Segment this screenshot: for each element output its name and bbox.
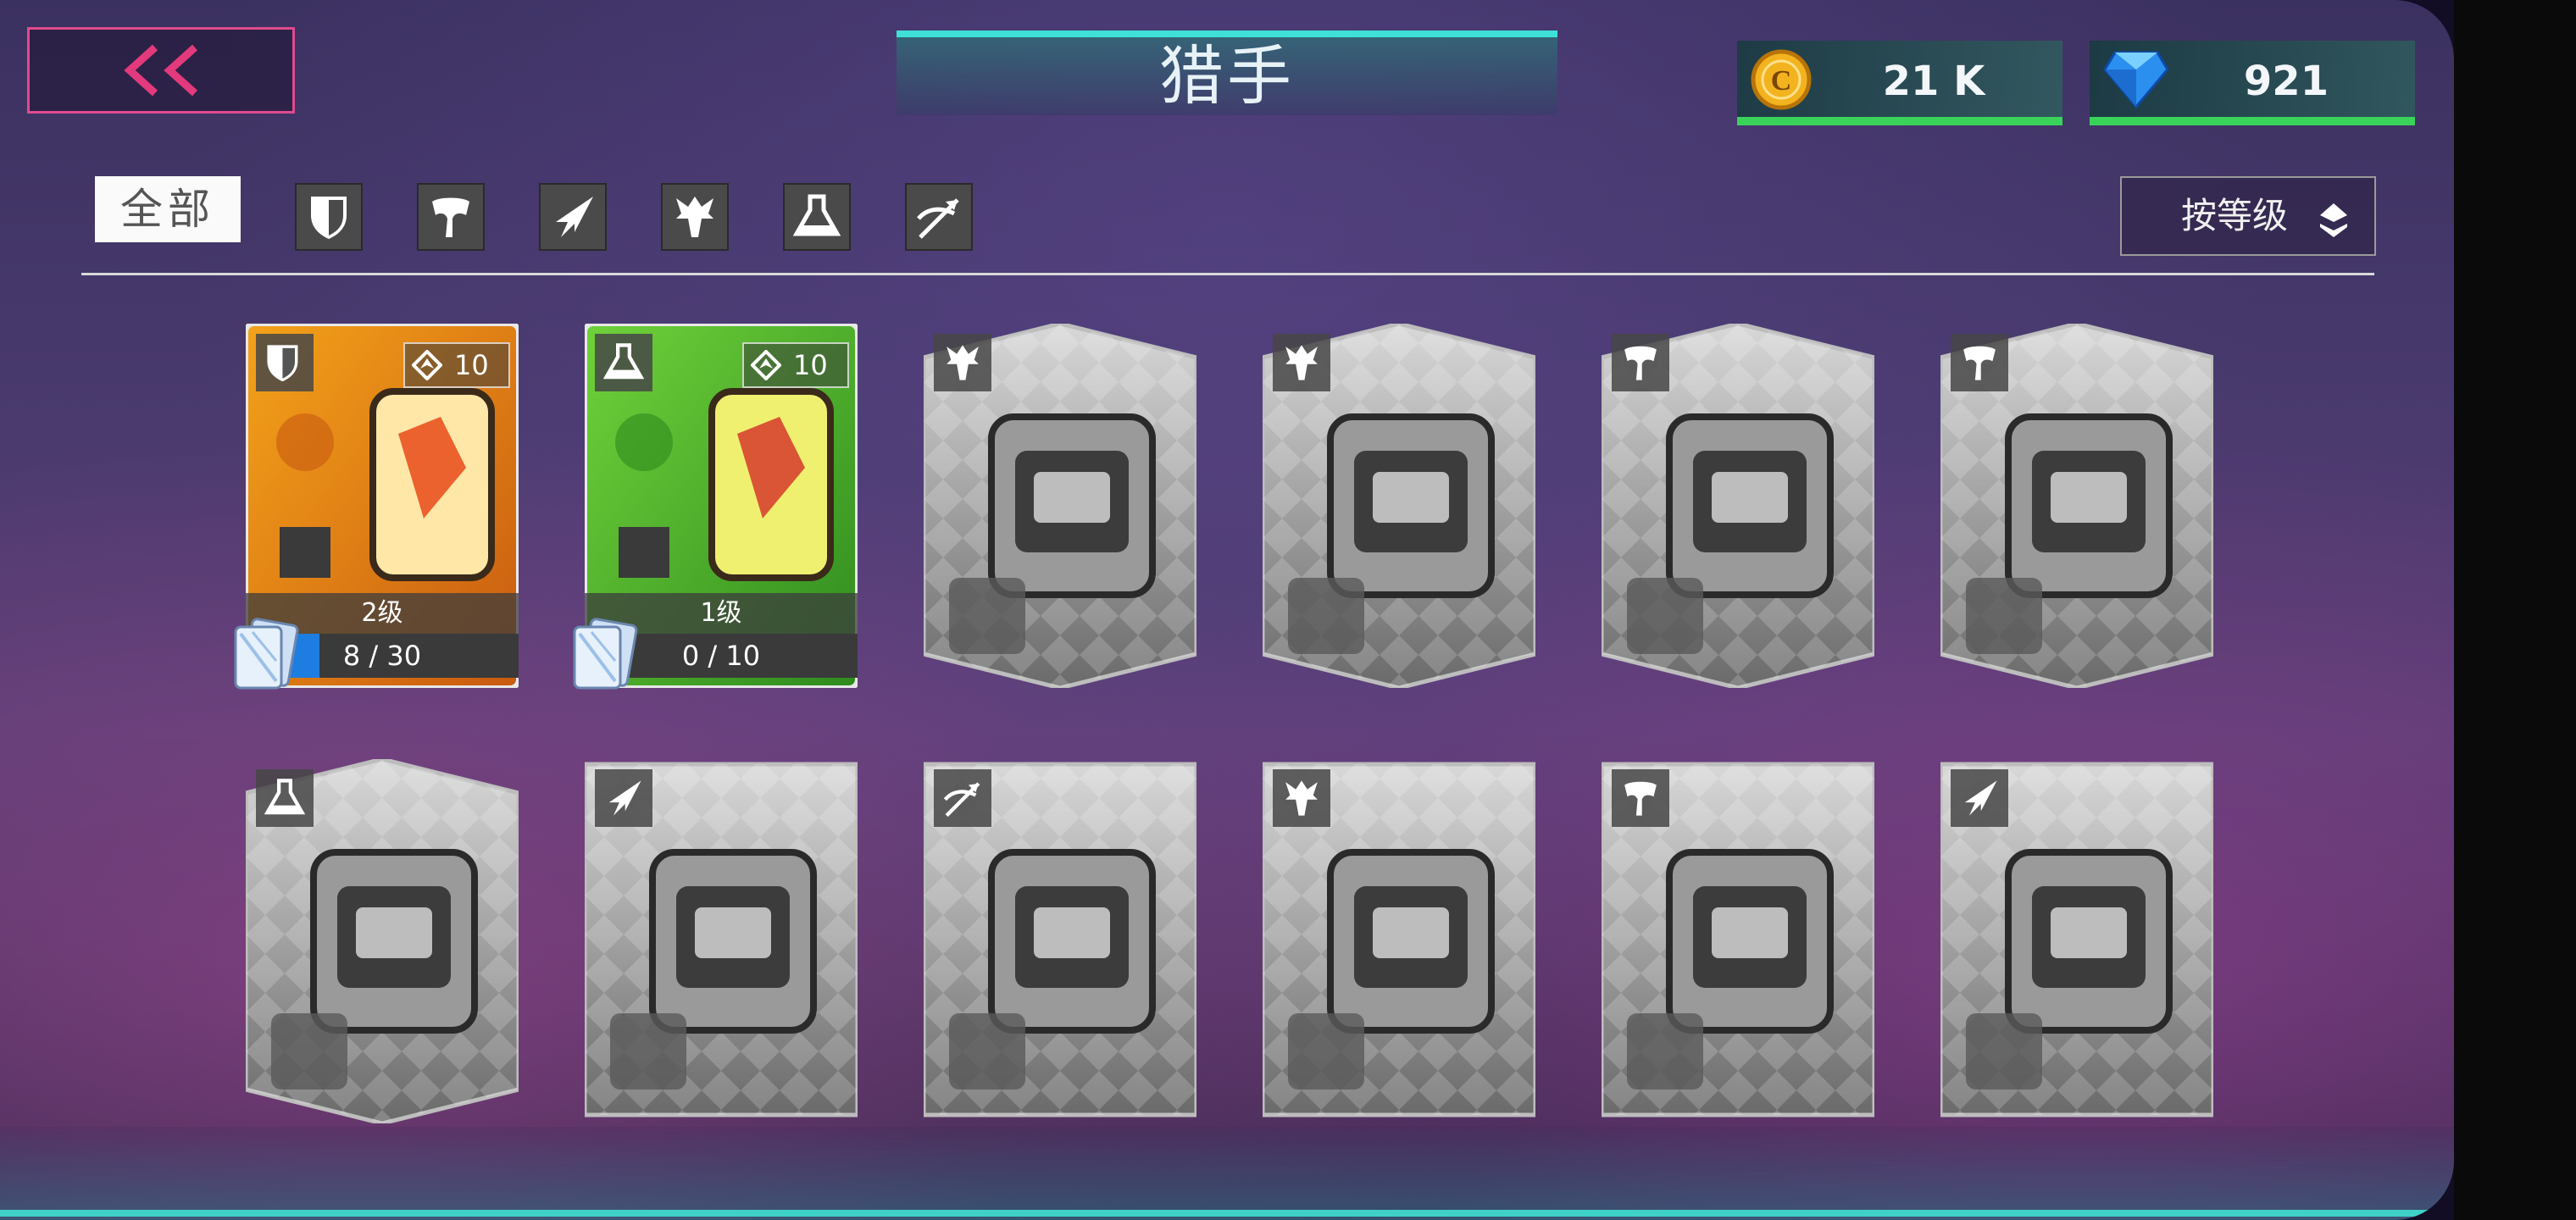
- class-badge: [1612, 769, 1669, 827]
- hunter-card[interactable]: [1940, 324, 2213, 688]
- hunter-card[interactable]: [924, 759, 1196, 1123]
- spikes-icon: [1285, 780, 1318, 816]
- class-badge: [1951, 769, 2008, 827]
- class-badge: [1273, 334, 1330, 391]
- filter-bow-button[interactable]: [905, 183, 973, 251]
- filter-axe-button[interactable]: [417, 183, 485, 251]
- axe-icon: [1624, 781, 1657, 816]
- sort-label: 按等级: [2181, 195, 2289, 236]
- class-badge: [595, 769, 652, 827]
- coin-icon: C: [1751, 49, 1812, 110]
- screen-bezel: [2454, 0, 2576, 1220]
- rank-chevron-icon: [751, 350, 781, 380]
- title-banner: 猎手: [897, 30, 1557, 115]
- hunter-card[interactable]: [246, 759, 519, 1123]
- game-screen: 猎手 C 21 K 921 全部 按等级 10 2级 8 / 30 10 1级 …: [0, 0, 2454, 1220]
- hunter-card[interactable]: 10 2级 8 / 30: [234, 324, 519, 690]
- rank-number: 10: [793, 349, 828, 381]
- class-badge: [256, 334, 314, 391]
- page-title: 猎手: [1159, 38, 1295, 114]
- spikes-icon: [947, 345, 979, 380]
- hunter-card[interactable]: [1602, 759, 1874, 1123]
- gem-amount: 921: [2243, 58, 2329, 105]
- hunter-card[interactable]: [924, 324, 1196, 688]
- class-badge: [1273, 769, 1330, 827]
- filter-shield-button[interactable]: [295, 183, 363, 251]
- back-button[interactable]: [27, 27, 295, 114]
- double-chevron-left-icon: [124, 44, 198, 97]
- rank-badge: 10: [742, 342, 849, 388]
- spikes-icon: [1285, 345, 1318, 380]
- diamond-icon: [2103, 51, 2169, 109]
- bottom-accent-line: [0, 1210, 2454, 1217]
- axe-icon: [1624, 346, 1657, 380]
- svg-text:C: C: [1771, 65, 1792, 97]
- spikes-icon: [676, 197, 713, 237]
- class-badge: [934, 334, 991, 391]
- blade-icon: [1964, 780, 1997, 816]
- axe-icon: [1963, 346, 1996, 380]
- hunter-card[interactable]: 10 1级 0 / 10: [573, 324, 858, 690]
- bow-icon: [943, 782, 980, 818]
- flask-icon: [793, 194, 841, 236]
- coin-amount: 21 K: [1882, 58, 1985, 105]
- axe-icon: [432, 197, 469, 237]
- sort-by-level-button[interactable]: 按等级: [2120, 176, 2376, 256]
- class-badge: [595, 334, 652, 391]
- floor-glow: [0, 1127, 2454, 1220]
- shield-icon: [311, 197, 347, 239]
- filter-all-tab[interactable]: 全部: [95, 176, 241, 242]
- coin-display[interactable]: C 21 K: [1737, 41, 2062, 125]
- hunter-card[interactable]: [1940, 759, 2213, 1123]
- filter-spikes-button[interactable]: [661, 183, 729, 251]
- filter-blade-button[interactable]: [539, 183, 607, 251]
- sort-diamond-icon: [2320, 203, 2347, 237]
- shard-cards-icon: [227, 617, 303, 696]
- class-badge: [1612, 334, 1669, 391]
- class-badge: [934, 769, 991, 827]
- coin-underline: [1737, 117, 2062, 125]
- flask-icon: [603, 343, 644, 380]
- title-accent-line: [897, 30, 1557, 37]
- gem-underline: [2090, 117, 2415, 125]
- rank-chevron-icon: [412, 350, 442, 380]
- rank-badge: 10: [403, 342, 510, 388]
- class-badge: [256, 769, 314, 827]
- shield-icon: [267, 345, 298, 382]
- filter-flask-button[interactable]: [783, 183, 851, 251]
- hunter-card[interactable]: [585, 759, 858, 1123]
- hunter-card[interactable]: [1263, 759, 1535, 1123]
- rank-number: 10: [454, 349, 489, 381]
- class-badge: [1951, 334, 2008, 391]
- gem-display[interactable]: 921: [2090, 41, 2415, 125]
- filter-divider: [81, 273, 2374, 275]
- hunter-card[interactable]: [1602, 324, 1874, 688]
- flask-icon: [264, 779, 305, 815]
- blade-icon: [608, 780, 641, 816]
- hunter-card[interactable]: [1263, 324, 1535, 688]
- shard-cards-icon: [566, 617, 642, 696]
- bow-icon: [917, 198, 959, 239]
- blade-icon: [556, 197, 593, 237]
